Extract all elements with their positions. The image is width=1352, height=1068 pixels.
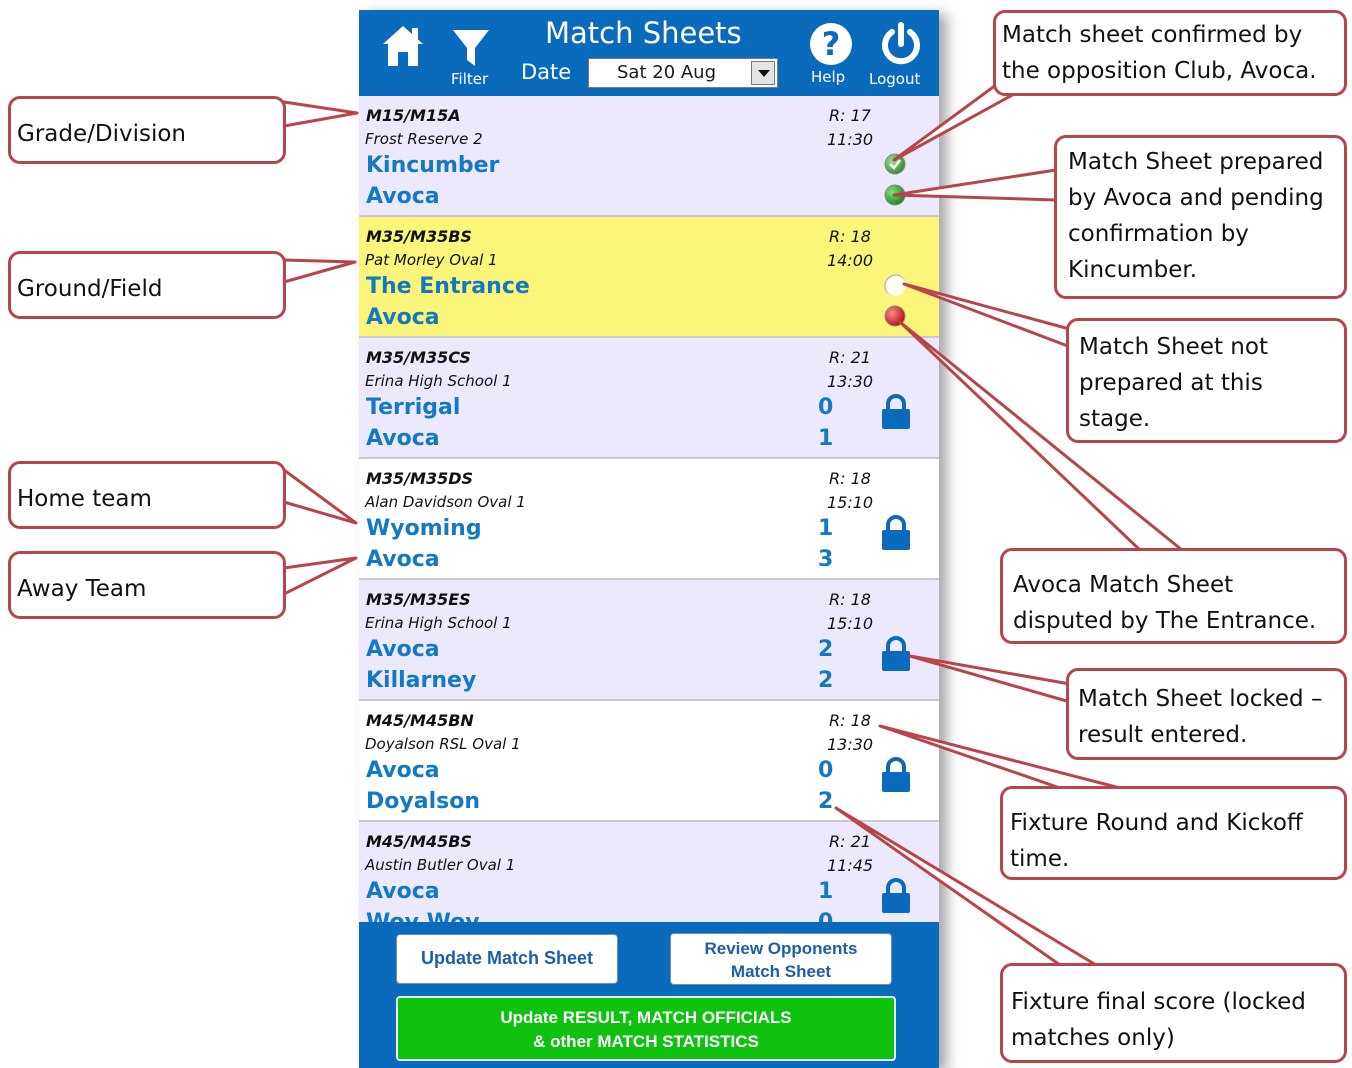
callout-final-line2: matches only) [1011, 1025, 1175, 1051]
callout-round-line2: time. [1010, 846, 1070, 872]
callout-not-prepared-line1: Match Sheet not [1079, 334, 1268, 360]
callout-grade-division: Grade/Division [8, 96, 286, 164]
callout-disputed-line2: disputed by The Entrance. [1013, 608, 1317, 634]
callout-prepared-line1: Match Sheet prepared [1068, 149, 1324, 175]
callout-final-score: Fixture final score (locked matches only… [1000, 963, 1347, 1063]
callout-prepared-line4: Kincumber. [1068, 257, 1198, 283]
callout-home-team: Home team [8, 461, 286, 529]
callout-disputed-line1: Avoca Match Sheet [1013, 572, 1234, 598]
callout-round-line1: Fixture Round and Kickoff [1010, 810, 1303, 836]
callout-prepared: Match Sheet prepared by Avoca and pendin… [1054, 135, 1347, 299]
callout-not-prepared-line2: prepared at this [1079, 370, 1263, 396]
callout-away-team: Away Team [8, 551, 286, 619]
callout-confirmed-line1: Match sheet confirmed by [1002, 22, 1303, 48]
callout-confirmed: Match sheet confirmed by the opposition … [993, 10, 1347, 96]
callout-locked-line1: Match Sheet locked – [1078, 686, 1323, 712]
callout-prepared-line3: confirmation by [1068, 221, 1249, 247]
callout-prepared-line2: by Avoca and pending [1068, 185, 1324, 211]
callout-away-text: Away Team [17, 576, 147, 602]
callout-not-prepared: Match Sheet not prepared at this stage. [1066, 318, 1347, 443]
callout-round-kickoff: Fixture Round and Kickoff time. [1000, 786, 1347, 880]
callout-grade-text: Grade/Division [17, 121, 186, 147]
callout-confirmed-line2: the opposition Club, Avoca. [1002, 58, 1317, 84]
callout-ground-field: Ground/Field [8, 251, 286, 319]
callout-locked: Match Sheet locked – result entered. [1066, 668, 1347, 760]
callout-final-line1: Fixture final score (locked [1011, 989, 1306, 1015]
callout-not-prepared-line3: stage. [1079, 406, 1151, 432]
callout-disputed: Avoca Match Sheet disputed by The Entran… [1000, 548, 1347, 644]
callout-ground-text: Ground/Field [17, 276, 163, 302]
callout-home-text: Home team [17, 486, 152, 512]
callout-locked-line2: result entered. [1078, 722, 1248, 748]
